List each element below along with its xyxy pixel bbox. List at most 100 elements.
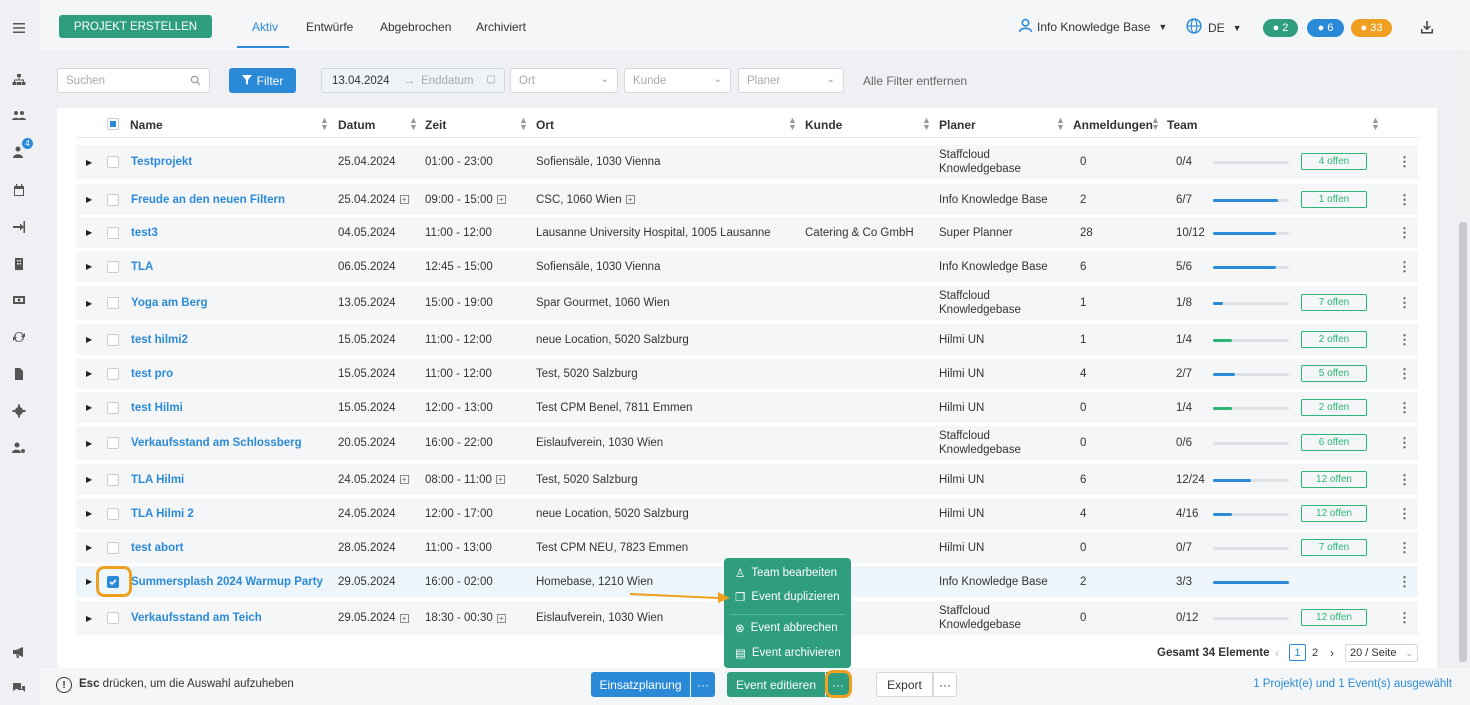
row-checkbox[interactable] [107, 473, 119, 486]
document-icon[interactable] [10, 365, 28, 383]
offen-badge[interactable]: 6 offen [1301, 434, 1367, 451]
row-checkbox[interactable] [107, 333, 119, 346]
sort-icon[interactable]: ▲ ▼ [922, 116, 931, 132]
table-row[interactable]: ▶ Verkaufsstand am Schlossberg 20.05.2024 1… [76, 426, 1418, 460]
expand-icon[interactable]: ▶ [86, 324, 92, 355]
sort-icon[interactable]: ▲ ▼ [788, 116, 797, 132]
project-name-link[interactable]: TLA Hilmi 2 [131, 498, 194, 529]
expand-icon[interactable]: ▶ [86, 498, 92, 529]
sort-icon[interactable]: ▲ ▼ [1371, 116, 1380, 132]
gear-icon[interactable] [10, 402, 28, 420]
row-more-icon[interactable]: ⋮ [1398, 434, 1411, 452]
scrollbar[interactable] [1458, 52, 1468, 662]
project-name-link[interactable]: Freude an den neuen Filtern [131, 184, 285, 215]
project-name-link[interactable]: test pro [131, 358, 173, 389]
row-more-icon[interactable]: ⋮ [1398, 399, 1411, 417]
offen-badge[interactable]: 4 offen [1301, 153, 1367, 170]
project-name-link[interactable]: Yoga am Berg [131, 286, 207, 320]
row-more-icon[interactable]: ⋮ [1398, 539, 1411, 557]
menu-event-duplizieren[interactable]: ❐ Event duplizieren [735, 590, 840, 604]
row-more-icon[interactable]: ⋮ [1398, 191, 1411, 209]
plus-icon[interactable]: + [399, 613, 409, 623]
user-settings-icon[interactable] [10, 439, 28, 457]
table-row[interactable]: ▶ test hilmi2 15.05.2024 11:00 - 12:00 neue … [76, 324, 1418, 355]
event-edit-button[interactable]: Event editieren [727, 672, 825, 697]
next-page-icon[interactable]: › [1330, 646, 1334, 660]
einsatzplanung-button[interactable]: Einsatzplanung [591, 672, 690, 697]
plus-icon[interactable]: + [399, 475, 409, 484]
header-name[interactable]: Name [130, 118, 163, 132]
project-name-link[interactable]: Testprojekt [131, 145, 192, 179]
offen-badge[interactable]: 12 offen [1301, 609, 1367, 626]
row-checkbox[interactable] [107, 401, 119, 414]
header-datum[interactable]: Datum [338, 118, 375, 132]
project-name-link[interactable]: Verkaufsstand am Schlossberg [131, 426, 302, 460]
row-more-icon[interactable]: ⋮ [1398, 258, 1411, 276]
calendar-icon[interactable] [10, 181, 28, 199]
plus-icon[interactable]: + [625, 195, 635, 204]
table-row[interactable]: ▶ TLA 06.05.2024 12:45 - 15:00 Sofiensäle, 1… [76, 251, 1418, 282]
warnings-badge[interactable]: ● 33 [1351, 19, 1392, 37]
row-checkbox[interactable] [107, 612, 119, 624]
header-anmeldungen[interactable]: Anmeldungen [1073, 118, 1153, 132]
chat-icon[interactable] [10, 679, 28, 697]
row-more-icon[interactable]: ⋮ [1398, 153, 1411, 171]
tab-abgebrochen[interactable]: Abgebrochen [380, 20, 451, 34]
expand-icon[interactable]: ▶ [86, 145, 92, 179]
row-checkbox[interactable] [107, 260, 119, 273]
project-name-link[interactable]: TLA [131, 251, 153, 282]
row-checkbox[interactable] [107, 297, 119, 309]
table-row[interactable]: ▶ Yoga am Berg 13.05.2024 15:00 - 19:00 Spar… [76, 286, 1418, 320]
language-selector[interactable]: DE ▼ [1186, 18, 1242, 37]
einsatzplanung-more-button[interactable]: ··· [691, 672, 715, 697]
tab-entwuerfe[interactable]: Entwürfe [306, 20, 353, 34]
row-more-icon[interactable]: ⋮ [1398, 331, 1411, 349]
create-project-button[interactable]: PROJEKT ERSTELLEN [59, 15, 212, 38]
menu-team-bearbeiten[interactable]: ♙ Team bearbeiten [735, 566, 837, 580]
row-more-icon[interactable]: ⋮ [1398, 609, 1411, 627]
expand-icon[interactable]: ▶ [86, 532, 92, 563]
project-name-link[interactable]: test Hilmi [131, 392, 183, 423]
plus-icon[interactable]: + [496, 195, 506, 204]
page-2[interactable]: 2 [1312, 647, 1318, 659]
select-all-checkbox[interactable] [107, 118, 119, 130]
prev-page-icon[interactable]: ‹ [1275, 646, 1279, 660]
table-row[interactable]: ▶ test pro 15.05.2024 11:00 - 12:00 Test, 50… [76, 358, 1418, 389]
messages-badge[interactable]: ● 2 [1263, 19, 1298, 37]
row-checkbox[interactable] [107, 226, 119, 239]
project-name-link[interactable]: TLA Hilmi [131, 464, 184, 495]
table-row[interactable]: ▶ Freude an den neuen Filtern 25.04.2024 +0… [76, 184, 1418, 215]
offen-badge[interactable]: 2 offen [1301, 398, 1367, 416]
menu-event-abbrechen[interactable]: ⊗ Event abbrechen [735, 621, 838, 635]
row-more-icon[interactable]: ⋮ [1398, 573, 1411, 591]
offen-badge[interactable]: 7 offen [1301, 294, 1367, 311]
expand-icon[interactable]: ▶ [86, 286, 92, 320]
search-input[interactable]: Suchen [57, 68, 210, 93]
table-row[interactable]: ▶ test Hilmi 15.05.2024 12:00 - 13:00 Test C… [76, 392, 1418, 423]
header-team[interactable]: Team [1167, 118, 1197, 132]
team-icon[interactable] [10, 107, 28, 125]
table-row[interactable]: ▶ TLA Hilmi 24.05.2024 +08:00 - 11:00 + Test,… [76, 464, 1418, 495]
scrollbar-thumb[interactable] [1459, 222, 1467, 662]
expand-icon[interactable]: ▶ [86, 184, 92, 215]
download-icon[interactable] [1420, 20, 1434, 37]
plus-icon[interactable]: + [496, 613, 506, 623]
header-zeit[interactable]: Zeit [425, 118, 446, 132]
filter-button[interactable]: Filter [229, 68, 296, 93]
row-checkbox[interactable] [107, 193, 119, 206]
planer-select[interactable]: Planer ⌄ [738, 68, 844, 93]
sort-icon[interactable]: ▲ ▼ [409, 116, 418, 132]
user-menu[interactable]: Info Knowledge Base ▼ [1018, 18, 1167, 36]
project-name-link[interactable]: Verkaufsstand am Teich [131, 601, 262, 635]
row-checkbox[interactable] [107, 437, 119, 449]
header-planer[interactable]: Planer [939, 118, 976, 132]
menu-icon[interactable] [10, 19, 28, 37]
expand-icon[interactable]: ▶ [86, 358, 92, 389]
export-button[interactable]: Export [876, 672, 933, 697]
building-icon[interactable] [10, 255, 28, 273]
plus-icon[interactable]: + [495, 475, 505, 484]
row-more-icon[interactable]: ⋮ [1398, 294, 1411, 312]
page-1[interactable]: 1 [1289, 644, 1306, 661]
money-icon[interactable] [10, 291, 28, 309]
export-more-button[interactable]: ··· [933, 672, 957, 697]
